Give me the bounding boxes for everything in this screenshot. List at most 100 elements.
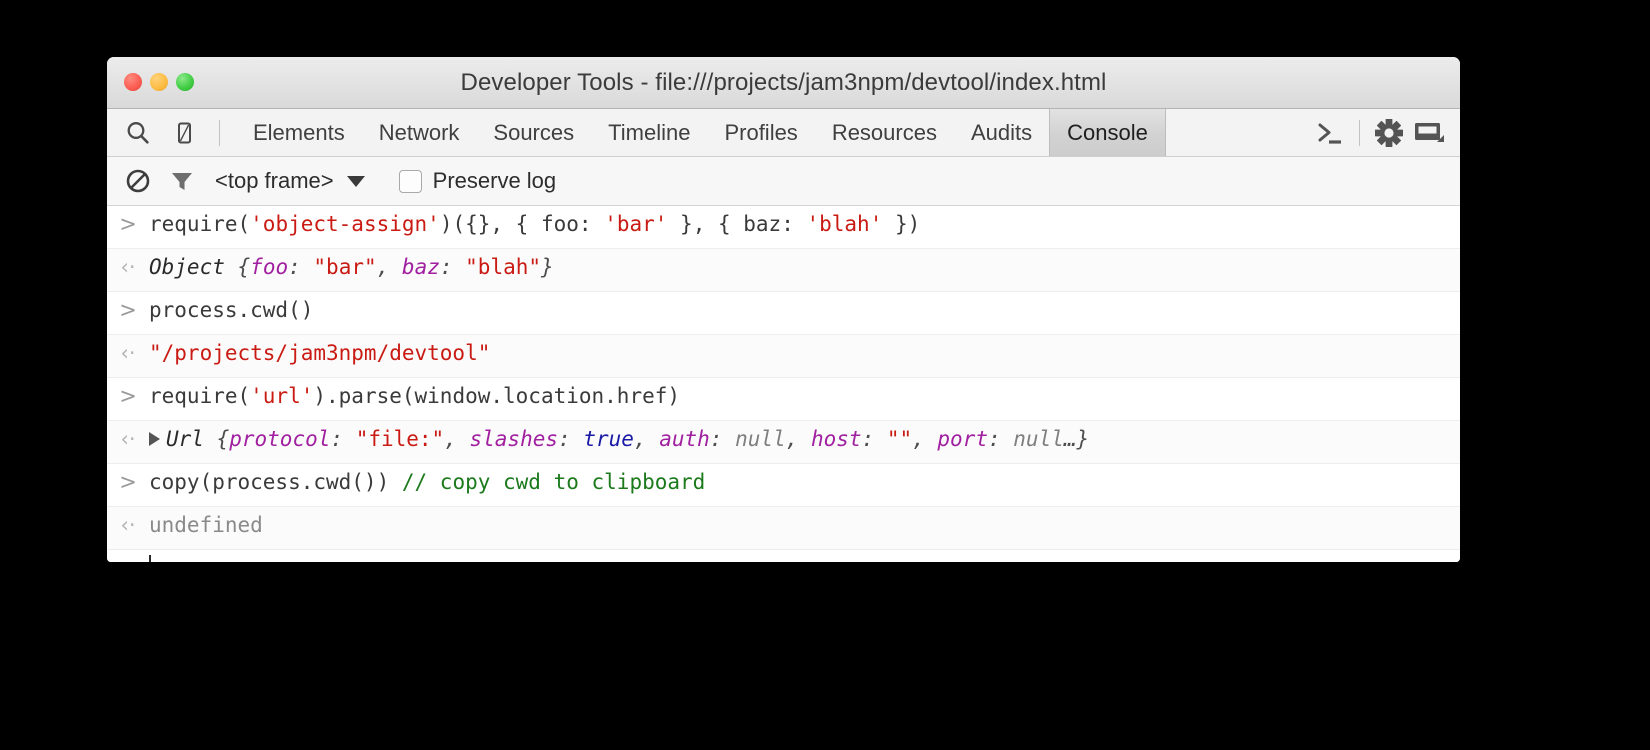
preserve-log-toggle[interactable]: Preserve log <box>398 168 557 194</box>
token-undef: undefined <box>149 513 263 537</box>
tab-elements[interactable]: Elements <box>236 109 362 156</box>
token-str: 'bar' <box>604 212 668 236</box>
tab-sources[interactable]: Sources <box>476 109 591 156</box>
token-out: : <box>558 427 584 451</box>
tab-console[interactable]: Console <box>1049 109 1166 156</box>
window-title: Developer Tools - file:///projects/jam3n… <box>460 68 1107 96</box>
token-out: } <box>541 255 554 279</box>
chevron-down-icon <box>346 175 365 187</box>
search-icon[interactable] <box>121 110 155 156</box>
tab-network[interactable]: Network <box>362 109 477 156</box>
token-prop: protocol <box>229 427 331 451</box>
token-out: { <box>237 255 251 279</box>
token-str: "file:" <box>355 427 445 451</box>
console-output-row: ‹· "/projects/jam3npm/devtool" <box>107 335 1460 378</box>
zoom-window-button[interactable] <box>176 73 194 91</box>
token-null: null <box>1013 427 1064 451</box>
token-prop: auth <box>659 427 710 451</box>
token-prop: host <box>810 427 862 451</box>
console-output-row: ‹· undefined <box>107 507 1460 550</box>
token-plain: }) <box>882 212 921 236</box>
panel-tabs: Elements Network Sources Timeline Profil… <box>236 109 1166 156</box>
console-input-row: > process.cwd() <box>107 292 1460 335</box>
token-bool: true <box>583 427 634 451</box>
output-marker-icon: ‹· <box>120 427 136 451</box>
token-out: , <box>785 427 811 451</box>
token-plain: require( <box>149 384 251 408</box>
filter-funnel-icon[interactable] <box>165 158 199 204</box>
toolbar-divider-right <box>1359 119 1360 146</box>
token-out: { <box>216 427 230 451</box>
token-out: , <box>444 427 470 451</box>
console-messages[interactable]: > require('object-assign')({}, { foo: 'ba… <box>107 206 1460 562</box>
console-prompt-icon[interactable] <box>1313 110 1347 156</box>
token-prop: baz <box>401 255 440 279</box>
token-out: …} <box>1063 427 1090 451</box>
clear-console-icon[interactable] <box>121 158 155 204</box>
console-line-text: undefined <box>149 510 263 540</box>
output-marker-icon: ‹· <box>120 513 136 537</box>
input-marker-icon: > <box>119 212 137 236</box>
input-marker-icon: > <box>119 470 137 494</box>
token-out: , <box>912 427 938 451</box>
tab-audits[interactable]: Audits <box>954 109 1049 156</box>
token-out: : <box>330 427 356 451</box>
close-window-button[interactable] <box>124 73 142 91</box>
token-str: "blah" <box>465 255 542 279</box>
console-input-row: > copy(process.cwd()) // copy cwd to clip… <box>107 464 1460 507</box>
token-plain: copy(process.cwd()) <box>149 470 402 494</box>
token-plain: process.cwd() <box>149 298 314 322</box>
token-cmt: // copy cwd to clipboard <box>401 470 706 494</box>
input-marker-icon: > <box>119 298 137 322</box>
console-line-text: process.cwd() <box>149 295 313 325</box>
console-filter-bar: <top frame> Preserve log <box>107 157 1460 206</box>
console-line-text: Object {foo: "bar", baz: "blah"} <box>149 252 554 282</box>
token-out: : <box>709 427 736 451</box>
tab-resources[interactable]: Resources <box>815 109 954 156</box>
token-str: 'url' <box>250 384 314 408</box>
token-out: , <box>376 255 402 279</box>
console-prompt-row[interactable]: > <box>107 550 1460 562</box>
token-ctor: Object <box>149 255 238 279</box>
toolbar-right-group <box>1313 109 1460 156</box>
token-prop: port <box>937 427 988 451</box>
console-line-text: Url {protocol: "file:", slashes: true, a… <box>149 424 1089 454</box>
token-prop: slashes <box>469 427 559 451</box>
tab-timeline[interactable]: Timeline <box>591 109 707 156</box>
toolbar-divider-left <box>219 119 220 146</box>
token-out: , <box>633 427 660 451</box>
tab-profiles[interactable]: Profiles <box>707 109 814 156</box>
console-output-row: ‹· Url {protocol: "file:", slashes: true,… <box>107 421 1460 464</box>
toolbar-left-group <box>107 109 226 156</box>
dock-side-icon[interactable] <box>1412 110 1446 156</box>
preserve-log-checkbox[interactable] <box>398 169 422 193</box>
minimize-window-button[interactable] <box>150 73 168 91</box>
token-str: "" <box>886 427 913 451</box>
token-str: "/projects/jam3npm/devtool" <box>149 341 491 365</box>
output-marker-icon: ‹· <box>120 341 136 365</box>
frame-selector[interactable]: <top frame> <box>215 168 365 194</box>
token-ctor: Url <box>166 427 217 451</box>
token-out: : <box>439 255 466 279</box>
preserve-log-label: Preserve log <box>432 168 557 193</box>
device-mode-icon[interactable] <box>167 110 201 156</box>
console-line-text <box>149 553 151 562</box>
console-input-row: > require('url').parse(window.location.hr… <box>107 378 1460 421</box>
expand-arrow-icon[interactable] <box>149 432 160 446</box>
settings-gear-icon[interactable] <box>1372 110 1406 156</box>
console-line-text: require('object-assign')({}, { foo: 'bar… <box>149 209 920 239</box>
console-output-row: ‹· Object {foo: "bar", baz: "blah"} <box>107 249 1460 292</box>
token-out: : <box>987 427 1014 451</box>
input-marker-icon: > <box>119 384 137 408</box>
token-str: "bar" <box>313 255 377 279</box>
token-prop: foo <box>250 255 289 279</box>
input-marker-icon: > <box>107 553 149 562</box>
token-null: null <box>735 427 786 451</box>
window-titlebar: Developer Tools - file:///projects/jam3n… <box>107 57 1460 109</box>
frame-selector-label: <top frame> <box>215 168 334 193</box>
traffic-lights <box>124 73 194 91</box>
console-input-row: > require('object-assign')({}, { foo: 'ba… <box>107 206 1460 249</box>
output-marker-icon: ‹· <box>120 255 136 279</box>
token-out: : <box>288 255 314 279</box>
console-line-text: require('url').parse(window.location.hre… <box>149 381 680 411</box>
